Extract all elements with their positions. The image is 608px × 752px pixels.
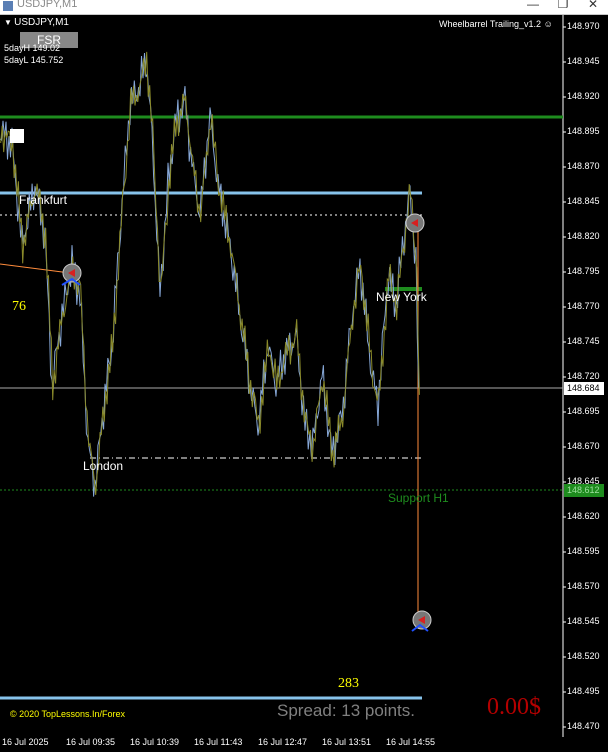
price-tick-label: 148.745 <box>567 336 600 346</box>
price-tick-label: 148.870 <box>567 161 600 171</box>
time-tick-label: 16 Jul 14:55 <box>386 737 436 747</box>
indicator-label: Wheelbarrel Trailing_v1.2 ☺ <box>439 19 553 29</box>
profit-label: 0.00$ <box>487 694 541 720</box>
app-icon <box>3 1 13 11</box>
price-tick-label: 148.845 <box>567 196 600 206</box>
price-tick-label: 148.545 <box>567 616 600 626</box>
minimize-button[interactable]: — <box>518 0 548 13</box>
price-tick-label: 148.720 <box>567 371 600 381</box>
price-tick-label: 148.945 <box>567 56 600 66</box>
price-tick-label: 148.770 <box>567 301 600 311</box>
price-tick-label: 148.895 <box>567 126 600 136</box>
price-tick-label: 148.820 <box>567 231 600 241</box>
day-high-label: 5dayH 149.02 <box>4 43 61 53</box>
time-tick-label: 16 Jul 12:47 <box>258 737 308 747</box>
smiley-icon: ☺ <box>543 19 553 29</box>
london-label: London <box>83 459 124 473</box>
time-tick-label: 16 Jul 10:39 <box>130 737 180 747</box>
frankfurt-label: Frankfurt <box>19 193 68 207</box>
restore-button[interactable]: ❐ <box>548 0 578 13</box>
time-axis: 16 Jul 2025 16 Jul 09:35 16 Jul 10:39 16 Ju… <box>0 737 608 752</box>
time-tick-label: 16 Jul 09:35 <box>66 737 116 747</box>
price-tick-label: 148.495 <box>567 686 600 696</box>
chart-canvas[interactable] <box>0 15 608 737</box>
symbol-label: ▼ USDJPY,M1 <box>4 17 69 28</box>
day-low-label: 5dayL 145.752 <box>4 55 64 65</box>
time-tick-label: 16 Jul 11:43 <box>194 737 243 747</box>
price-tick-label: 148.570 <box>567 581 600 591</box>
bottom-count-label: 283 <box>338 676 359 691</box>
time-tick-label: 16 Jul 2025 <box>2 737 49 747</box>
price-tick-label: 148.520 <box>567 651 600 661</box>
price-tick-label: 148.470 <box>567 721 600 731</box>
trade-marker-top[interactable] <box>405 213 425 233</box>
time-tick-label: 16 Jul 13:51 <box>322 737 372 747</box>
new-york-label: New York <box>376 290 427 304</box>
price-tick-label: 148.620 <box>567 511 600 521</box>
price-tick-label: 148.695 <box>567 406 600 416</box>
current-price-tag: 148.684 <box>567 383 600 393</box>
left-count-label: 76 <box>12 299 26 314</box>
close-button[interactable]: ✕ <box>578 0 608 13</box>
spread-label: Spread: 13 points. <box>277 701 415 720</box>
price-tick-label: 148.795 <box>567 266 600 276</box>
price-tick-label: 148.670 <box>567 441 600 451</box>
price-tick-label: 148.595 <box>567 546 600 556</box>
trade-line-left <box>0 263 71 274</box>
trade-marker-bottom[interactable] <box>411 610 432 632</box>
trade-marker-left[interactable] <box>61 263 82 286</box>
window-title: USDJPY,M1 <box>17 0 78 10</box>
support-label: Support H1 <box>388 491 449 505</box>
chart-object-box <box>10 129 24 143</box>
window-titlebar: USDJPY,M1 — ❐ ✕ <box>0 0 608 15</box>
price-tick-label: 148.920 <box>567 91 600 101</box>
price-tick-label: 148.970 <box>567 21 600 31</box>
copyright-label: © 2020 TopLessons.In/Forex <box>10 709 126 719</box>
support-price-tag: 148.612 <box>567 485 600 495</box>
price-chart[interactable]: ▼ USDJPY,M1 FSR 5dayH 149.02 5dayL 145.7… <box>0 15 608 737</box>
